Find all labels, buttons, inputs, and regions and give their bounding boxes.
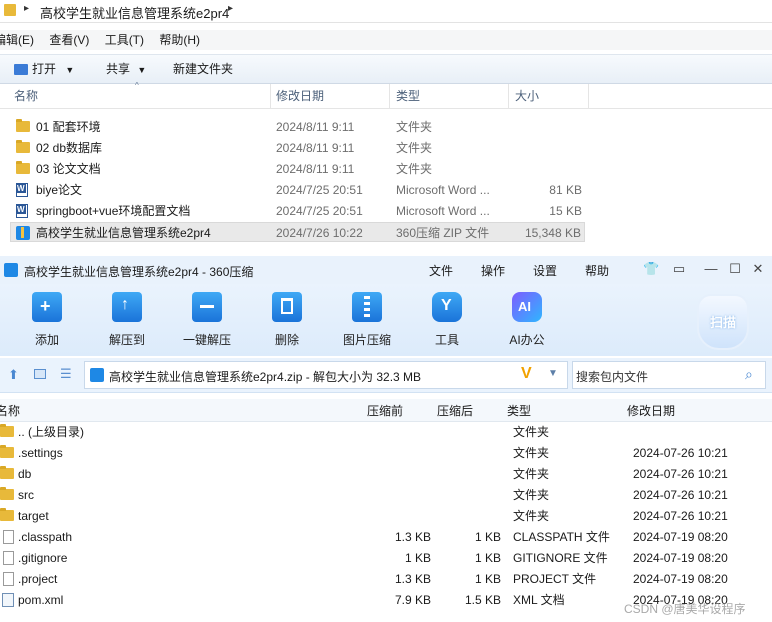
tools-button[interactable]: Y 工具: [417, 292, 477, 348]
file-icon: [3, 572, 14, 586]
column-type[interactable]: 类型: [396, 84, 420, 108]
sort-up-icon: ^: [135, 81, 139, 90]
folder-icon: [4, 4, 16, 16]
close-icon[interactable]: ✕: [751, 262, 765, 276]
extract-to-icon: ↑: [112, 292, 142, 322]
word-doc-icon: [16, 204, 28, 218]
explorer-column-header: 名称 ^ 修改日期 类型 大小: [0, 81, 772, 109]
menu-help[interactable]: 帮助: [585, 262, 609, 279]
table-row[interactable]: .. (上级目录) 文件夹: [0, 422, 772, 443]
zip-column-header: 名称 压缩前 压缩后 类型 修改日期: [0, 399, 772, 422]
file-icon: [3, 530, 14, 544]
table-row[interactable]: db 文件夹 2024-07-26 10:21: [0, 464, 772, 485]
search-placeholder: 搜索包内文件: [576, 370, 649, 384]
open-button[interactable]: 打开 ▼: [14, 55, 74, 84]
column-name[interactable]: 名称: [0, 402, 20, 419]
menu-operate[interactable]: 操作: [481, 262, 505, 279]
file-icon: [3, 551, 14, 565]
v-logo-icon[interactable]: V: [521, 365, 532, 383]
thumbnail-view-icon[interactable]: [34, 369, 46, 379]
list-item[interactable]: springboot+vue环境配置文档 2024/7/25 20:51 Mic…: [10, 201, 585, 221]
column-date[interactable]: 修改日期: [627, 402, 675, 419]
list-item[interactable]: 02 db数据库 2024/8/11 9:11 文件夹: [10, 138, 585, 158]
chevron-right-icon[interactable]: ▸: [228, 3, 233, 14]
share-button[interactable]: 共享 ▼: [106, 55, 146, 84]
column-after[interactable]: 压缩后: [437, 402, 473, 419]
list-item[interactable]: biye论文 2024/7/25 20:51 Microsoft Word ..…: [10, 180, 585, 200]
folder-icon: [0, 508, 14, 521]
folder-icon: [0, 445, 14, 458]
column-before[interactable]: 压缩前: [367, 402, 403, 419]
path-field[interactable]: 高校学生就业信息管理系统e2pr4.zip - 解包大小为 32.3 MB V …: [84, 361, 568, 389]
column-type[interactable]: 类型: [507, 402, 531, 419]
add-button[interactable]: + 添加: [17, 292, 77, 348]
feedback-icon[interactable]: ▭: [672, 262, 686, 276]
folder-icon: [0, 466, 14, 479]
minimize-icon[interactable]: —: [704, 262, 718, 276]
list-item-selected[interactable]: 高校学生就业信息管理系统e2pr4 2024/7/26 10:22 360压缩 …: [10, 222, 585, 242]
address-bar[interactable]: ▸ 高校学生就业信息管理系统e2pr4 ▸: [0, 0, 772, 23]
table-row[interactable]: .project 1.3 KB 1 KB PROJECT 文件 2024-07-…: [0, 569, 772, 590]
add-icon: +: [32, 292, 62, 322]
zip-app-icon: [4, 263, 18, 277]
path-text: 高校学生就业信息管理系统e2pr4.zip - 解包大小为 32.3 MB: [109, 370, 422, 384]
folder-icon: [16, 161, 30, 174]
folder-icon: [0, 487, 14, 500]
table-row[interactable]: .settings 文件夹 2024-07-26 10:21: [0, 443, 772, 464]
table-row[interactable]: .classpath 1.3 KB 1 KB CLASSPATH 文件 2024…: [0, 527, 772, 548]
scan-button[interactable]: 扫描: [697, 294, 749, 350]
list-view-icon[interactable]: ☰: [60, 366, 72, 382]
extract-to-button[interactable]: ↑ 解压到: [97, 292, 157, 348]
tools-icon: Y: [432, 292, 462, 322]
table-row[interactable]: target 文件夹 2024-07-26 10:21: [0, 506, 772, 527]
maximize-icon[interactable]: ☐: [728, 262, 742, 276]
table-row[interactable]: src 文件夹 2024-07-26 10:21: [0, 485, 772, 506]
chevron-right-icon[interactable]: ▸: [24, 3, 29, 14]
chevron-down-icon: ▼: [65, 65, 75, 75]
skin-icon[interactable]: 👕: [643, 262, 659, 276]
window-title: 高校学生就业信息管理系统e2pr4 - 360压缩: [24, 265, 254, 279]
one-click-extract-icon: [192, 292, 222, 322]
menu-file[interactable]: 文件: [429, 262, 453, 279]
folder-icon: [16, 119, 30, 132]
open-icon: [14, 64, 28, 76]
chevron-down-icon[interactable]: ▼: [548, 368, 558, 379]
menu-tools[interactable]: 工具(T): [105, 30, 144, 50]
delete-button[interactable]: 删除: [257, 292, 317, 348]
explorer-toolbar: 打开 ▼ 共享 ▼ 新建文件夹: [0, 54, 772, 84]
column-date[interactable]: 修改日期: [276, 84, 324, 108]
menu-edit[interactable]: 编辑(E): [0, 30, 34, 50]
column-name[interactable]: 名称: [14, 84, 38, 108]
ai-office-button[interactable]: AI AI办公: [497, 292, 557, 348]
one-click-extract-button[interactable]: 一键解压: [177, 292, 237, 348]
list-item[interactable]: 01 配套环境 2024/8/11 9:11 文件夹: [10, 117, 585, 137]
word-doc-icon: [16, 183, 28, 197]
up-arrow-icon[interactable]: ⬆: [8, 367, 19, 383]
zip-icon: [16, 226, 30, 240]
zip-icon: [90, 368, 104, 382]
folder-icon: [0, 424, 14, 437]
menu-view[interactable]: 查看(V): [49, 30, 89, 50]
image-compress-button[interactable]: 图片压缩: [337, 292, 397, 348]
new-folder-button[interactable]: 新建文件夹: [173, 55, 233, 83]
menu-bar: 编辑(E) 查看(V) 工具(T) 帮助(H): [0, 30, 772, 50]
delete-icon: [272, 292, 302, 322]
chevron-down-icon: ▼: [137, 65, 147, 75]
xml-file-icon: [2, 593, 14, 607]
folder-icon: [16, 140, 30, 153]
scan-label: 扫描: [709, 315, 736, 330]
menu-help[interactable]: 帮助(H): [159, 30, 200, 50]
menu-settings[interactable]: 设置: [533, 262, 557, 279]
search-input[interactable]: 搜索包内文件 ⌕: [572, 361, 766, 389]
list-item[interactable]: 03 论文文档 2024/8/11 9:11 文件夹: [10, 159, 585, 179]
ai-office-icon: AI: [512, 292, 542, 322]
search-icon[interactable]: ⌕: [745, 366, 753, 383]
table-row[interactable]: .gitignore 1 KB 1 KB GITIGNORE 文件 2024-0…: [0, 548, 772, 569]
column-size[interactable]: 大小: [515, 84, 539, 108]
image-compress-icon: [352, 292, 382, 322]
watermark: CSDN @唐美华设程序: [624, 602, 746, 616]
breadcrumb[interactable]: 高校学生就业信息管理系统e2pr4: [40, 3, 229, 22]
